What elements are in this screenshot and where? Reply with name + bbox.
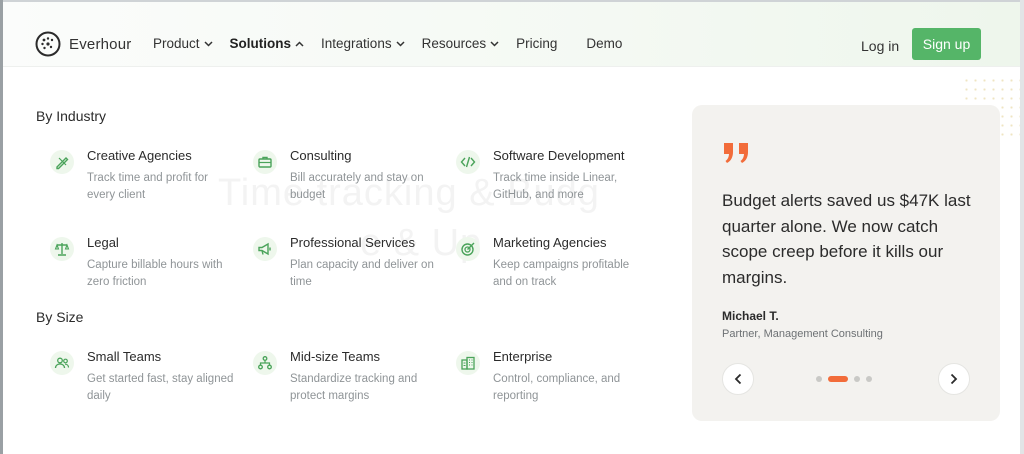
chevron-left-icon <box>734 373 742 385</box>
menu-item-title: Legal <box>87 235 119 250</box>
carousel-dot[interactable] <box>854 376 860 382</box>
carousel-pagination <box>816 376 878 382</box>
login-link[interactable]: Log in <box>861 38 899 54</box>
chevron-down-icon <box>204 40 213 47</box>
carousel-prev-button[interactable] <box>722 363 754 395</box>
nav-resources-label: Resources <box>421 36 487 51</box>
nav-pricing-label: Pricing <box>516 36 558 51</box>
main-nav: Product Solutions Integrations Resources… <box>153 36 639 51</box>
menu-item-desc: Keep campaigns profitable and on track <box>493 259 630 288</box>
nav-pricing[interactable]: Pricing <box>516 36 557 51</box>
briefcase-icon <box>253 150 277 174</box>
menu-item-desc: Track time and profit for every client <box>87 172 209 201</box>
signup-button[interactable]: Sign up <box>912 28 981 60</box>
menu-item-desc: Plan capacity and deliver on time <box>290 259 434 288</box>
menu-item-desc: Get started fast, stay aligned daily <box>87 373 234 402</box>
target-icon <box>456 237 480 261</box>
menu-item-desc: Bill accurately and stay on budget <box>290 172 424 201</box>
menu-item-desc: Capture billable hours with zero frictio… <box>87 259 223 288</box>
testimonial-card: Budget alerts saved us $47K last quarter… <box>692 105 1000 421</box>
menu-item-desc: Control, compliance, and reporting <box>493 373 621 402</box>
quote-icon <box>722 141 752 170</box>
nav-demo-label: Demo <box>586 36 623 51</box>
carousel-dot[interactable] <box>816 376 822 382</box>
carousel-dot-active[interactable] <box>828 376 848 382</box>
section-title-size: By Size <box>36 309 84 325</box>
menu-item-title: Mid-size Teams <box>290 349 381 364</box>
menu-item-title: Software Development <box>493 148 625 163</box>
menu-item-title: Enterprise <box>493 349 553 364</box>
nav-resources[interactable]: Resources <box>422 36 500 51</box>
chevron-up-icon <box>295 40 304 47</box>
nav-product-label: Product <box>153 36 200 51</box>
chevron-down-icon <box>396 40 405 47</box>
building-icon <box>456 351 480 375</box>
menu-item-title: Consulting <box>290 148 352 163</box>
nav-demo[interactable]: Demo <box>586 36 622 51</box>
nav-integrations[interactable]: Integrations <box>321 36 405 51</box>
menu-item-title: Creative Agencies <box>87 148 192 163</box>
chevron-right-icon <box>950 373 958 385</box>
menu-item-title: Small Teams <box>87 349 162 364</box>
everhour-logo-icon <box>35 31 61 57</box>
carousel-next-button[interactable] <box>938 363 970 395</box>
carousel-dot[interactable] <box>866 376 872 382</box>
code-icon <box>456 150 480 174</box>
menu-item-desc: Track time inside Linear, GitHub, and mo… <box>493 172 618 201</box>
brand-logo[interactable]: Everhour <box>35 31 131 57</box>
top-nav-bar: Everhour Product Solutions Integrations … <box>3 2 1020 67</box>
testimonial-author: Michael T. <box>722 309 779 323</box>
nav-solutions[interactable]: Solutions <box>230 36 305 51</box>
chevron-down-icon <box>490 40 499 47</box>
section-title-industry: By Industry <box>36 108 107 124</box>
menu-item-desc: Standardize tracking and protect margins <box>290 373 418 402</box>
testimonial-quote: Budget alerts saved us $47K last quarter… <box>722 191 971 287</box>
org-chart-icon <box>253 351 277 375</box>
pencil-ruler-icon <box>50 150 74 174</box>
brand-name: Everhour <box>69 35 132 53</box>
scales-icon <box>50 237 74 261</box>
nav-solutions-label: Solutions <box>229 36 292 51</box>
users-icon <box>50 351 74 375</box>
menu-item-title: Marketing Agencies <box>493 235 607 250</box>
menu-item-title: Professional Services <box>290 235 415 250</box>
nav-product[interactable]: Product <box>153 36 213 51</box>
nav-integrations-label: Integrations <box>321 36 392 51</box>
megaphone-icon <box>253 237 277 261</box>
testimonial-role: Partner, Management Consulting <box>722 328 883 340</box>
